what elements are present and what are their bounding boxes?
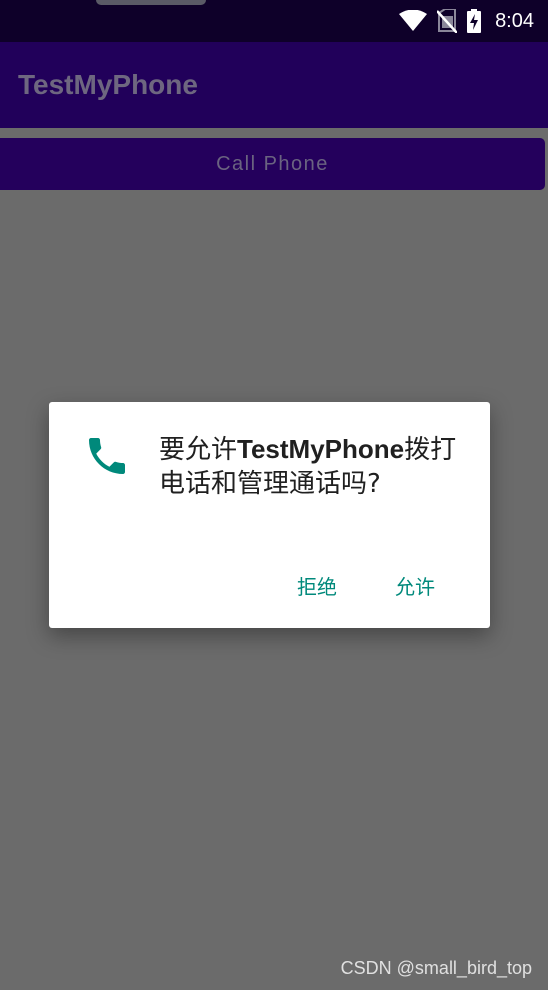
wifi-icon [399,10,428,31]
camera-notch [96,0,206,5]
battery-charging-icon [467,9,482,33]
phone-icon [89,438,125,474]
app-bar: TestMyPhone [0,42,548,128]
status-time: 8:04 [495,9,534,32]
deny-button[interactable]: 拒绝 [291,565,343,605]
app-title: TestMyPhone [18,69,198,100]
message-prefix: 要允许 [159,435,238,465]
status-icons: 8:04 [399,0,534,42]
permission-message: 要允许TestMyPhone拨打电话和管理通话吗? [159,432,459,501]
no-sim-icon [437,9,458,33]
watermark: CSDN @small_bird_top [340,958,532,978]
call-phone-button[interactable]: Call Phone [0,138,545,190]
permission-dialog: 要允许TestMyPhone拨打电话和管理通话吗? 拒绝 允许 [49,402,490,628]
status-bar: 8:04 [0,0,548,42]
allow-button[interactable]: 允许 [389,565,441,605]
app-name: TestMyPhone [237,434,405,464]
